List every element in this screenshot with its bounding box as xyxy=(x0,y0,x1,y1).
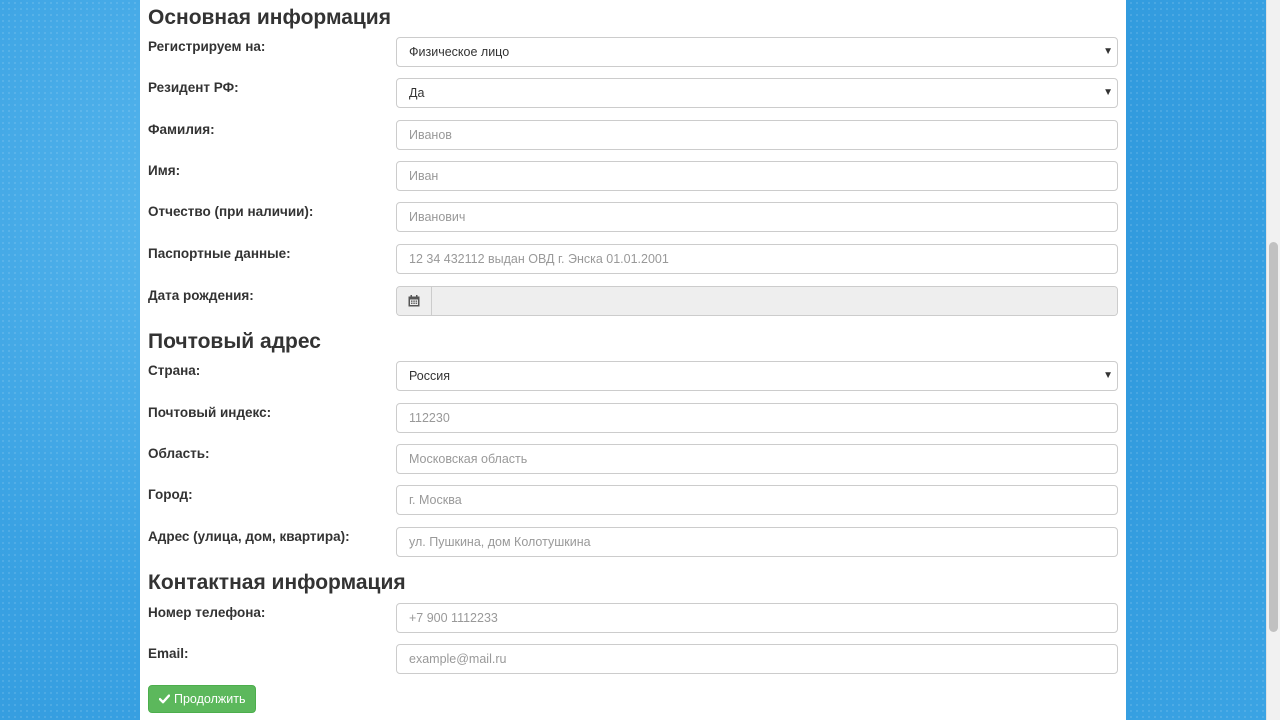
continue-button[interactable]: Продолжить xyxy=(148,685,257,713)
last-name-input[interactable]: Иванов xyxy=(396,120,1118,150)
continue-button-label: Продолжить xyxy=(174,692,246,706)
row-country: Страна: Россия ▼ xyxy=(140,361,1126,391)
birth-date-picker xyxy=(396,286,1118,316)
section-title-postal: Почтовый адрес xyxy=(148,330,321,353)
email-placeholder: example@mail.ru xyxy=(409,652,507,666)
registration-type-value: Физическое лицо xyxy=(409,45,510,59)
registration-type-label: Регистрируем на: xyxy=(148,39,266,54)
row-resident: Резидент РФ: Да ▼ xyxy=(140,78,1126,108)
country-select[interactable]: Россия ▼ xyxy=(396,361,1118,391)
row-postcode: Почтовый индекс: 112230 xyxy=(140,403,1126,433)
registration-type-select[interactable]: Физическое лицо ▼ xyxy=(396,37,1118,67)
last-name-placeholder: Иванов xyxy=(409,128,452,142)
first-name-placeholder: Иван xyxy=(409,169,439,183)
postcode-label: Почтовый индекс: xyxy=(148,405,272,420)
row-last-name: Фамилия: Иванов xyxy=(140,120,1126,150)
address-label: Адрес (улица, дом, квартира): xyxy=(148,529,350,544)
row-phone: Номер телефона: +7 900 1112233 xyxy=(140,603,1126,633)
region-label: Область: xyxy=(148,446,210,461)
birth-date-label: Дата рождения: xyxy=(148,288,254,303)
registration-form: Основная информация Регистрируем на: Физ… xyxy=(140,0,1126,720)
section-title-basic: Основная информация xyxy=(148,6,391,29)
city-placeholder: г. Москва xyxy=(409,493,462,507)
row-registration-type: Регистрируем на: Физическое лицо ▼ xyxy=(140,37,1126,67)
resident-label: Резидент РФ: xyxy=(148,80,239,95)
phone-input[interactable]: +7 900 1112233 xyxy=(396,603,1118,633)
region-placeholder: Московская область xyxy=(409,452,528,466)
row-email: Email: example@mail.ru xyxy=(140,644,1126,674)
calendar-button[interactable] xyxy=(397,287,432,315)
row-region: Область: Московская область xyxy=(140,444,1126,474)
email-input[interactable]: example@mail.ru xyxy=(396,644,1118,674)
country-label: Страна: xyxy=(148,363,201,378)
first-name-input[interactable]: Иван xyxy=(396,161,1118,191)
resident-select[interactable]: Да ▼ xyxy=(396,78,1118,108)
resident-value: Да xyxy=(409,86,425,100)
phone-label: Номер телефона: xyxy=(148,605,266,620)
calendar-icon xyxy=(408,295,420,307)
country-value: Россия xyxy=(409,369,450,383)
dropdown-caret-icon: ▼ xyxy=(1103,46,1113,57)
address-placeholder: ул. Пушкина, дом Колотушкина xyxy=(409,535,591,549)
scrollbar-thumb[interactable] xyxy=(1269,242,1278,632)
check-icon xyxy=(159,694,170,704)
row-passport: Паспортные данные: 12 34 432112 выдан ОВ… xyxy=(140,244,1126,274)
first-name-label: Имя: xyxy=(148,163,181,178)
postcode-input[interactable]: 112230 xyxy=(396,403,1118,433)
region-input[interactable]: Московская область xyxy=(396,444,1118,474)
row-birth-date: Дата рождения: xyxy=(140,286,1126,316)
address-input[interactable]: ул. Пушкина, дом Колотушкина xyxy=(396,527,1118,557)
email-label: Email: xyxy=(148,646,189,661)
passport-input[interactable]: 12 34 432112 выдан ОВД г. Энска 01.01.20… xyxy=(396,244,1118,274)
patronymic-label: Отчество (при наличии): xyxy=(148,204,314,219)
patronymic-placeholder: Иванович xyxy=(409,210,466,224)
row-city: Город: г. Москва xyxy=(140,485,1126,515)
dropdown-caret-icon: ▼ xyxy=(1103,87,1113,98)
passport-placeholder: 12 34 432112 выдан ОВД г. Энска 01.01.20… xyxy=(409,252,669,266)
postcode-placeholder: 112230 xyxy=(409,411,450,425)
patronymic-input[interactable]: Иванович xyxy=(396,202,1118,232)
birth-date-input[interactable] xyxy=(432,287,1117,315)
city-input[interactable]: г. Москва xyxy=(396,485,1118,515)
row-address: Адрес (улица, дом, квартира): ул. Пушкин… xyxy=(140,527,1126,557)
row-patronymic: Отчество (при наличии): Иванович xyxy=(140,202,1126,232)
phone-placeholder: +7 900 1112233 xyxy=(409,611,498,625)
passport-label: Паспортные данные: xyxy=(148,246,291,261)
row-first-name: Имя: Иван xyxy=(140,161,1126,191)
last-name-label: Фамилия: xyxy=(148,122,215,137)
page-scrollbar[interactable] xyxy=(1266,0,1280,720)
section-title-contact: Контактная информация xyxy=(148,571,406,594)
dropdown-caret-icon: ▼ xyxy=(1103,370,1113,381)
city-label: Город: xyxy=(148,487,193,502)
